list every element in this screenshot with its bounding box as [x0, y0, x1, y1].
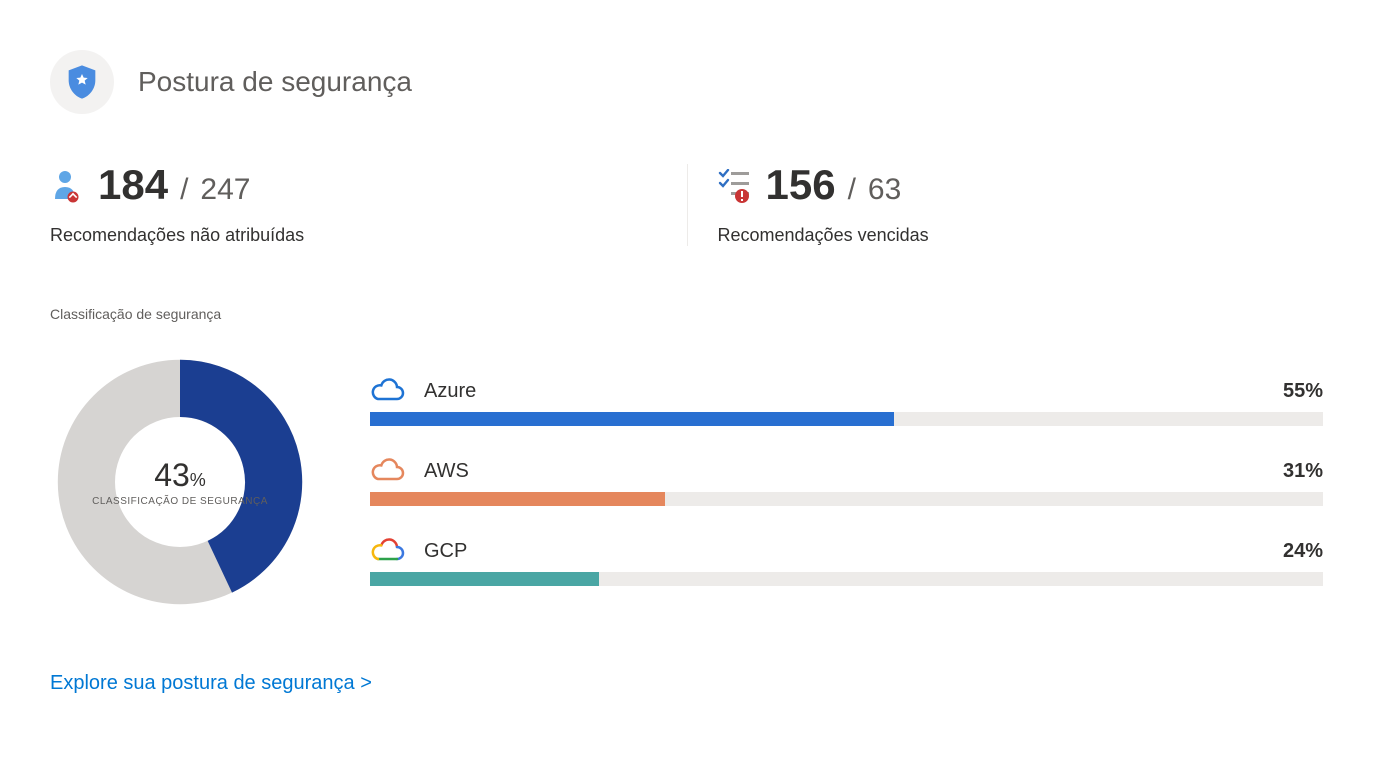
stat-overdue-big: 156: [766, 164, 836, 206]
stats-row: 184/247 Recomendações não atribuídas 156…: [50, 164, 1323, 246]
page-title: Postura de segurança: [138, 66, 412, 98]
cloud-bar-track: [370, 412, 1323, 426]
person-alert-icon: [50, 169, 86, 203]
cloud-bar-track: [370, 492, 1323, 506]
cloud-bar-track: [370, 572, 1323, 586]
stat-overdue-label: Recomendações vencidas: [718, 225, 1324, 246]
cloud-name: GCP: [424, 540, 1269, 563]
cloud-pct: 24%: [1283, 540, 1323, 563]
cloud-name: AWS: [424, 460, 1269, 483]
explore-link[interactable]: Explore sua postura de segurança >: [50, 672, 372, 695]
cloud-bar-fill: [370, 412, 894, 426]
section-label: Classificação de segurança: [50, 306, 1323, 322]
cloud-icon: [370, 378, 410, 404]
cloud-pct: 31%: [1283, 460, 1323, 483]
cloud-bar-fill: [370, 492, 665, 506]
stat-unassigned-big: 184: [98, 164, 168, 206]
donut-sublabel: CLASSIFICAÇÃO DE SEGURANÇA: [92, 496, 268, 507]
cloud-pct: 55%: [1283, 380, 1323, 403]
stat-unassigned-label: Recomendações não atribuídas: [50, 225, 687, 246]
cloud-icon: [370, 538, 410, 564]
checklist-alert-icon: [718, 169, 754, 203]
page-header: Postura de segurança: [50, 50, 1323, 114]
stat-overdue-small: 63: [868, 173, 901, 207]
donut-percent: 43%: [154, 457, 206, 494]
cloud-bar-fill: [370, 572, 599, 586]
stat-unassigned-small: 247: [200, 173, 250, 207]
cloud-row-gcp[interactable]: GCP 24%: [370, 538, 1323, 586]
cloud-icon: [370, 458, 410, 484]
secure-score-donut[interactable]: 43% CLASSIFICAÇÃO DE SEGURANÇA: [50, 352, 310, 612]
cloud-bars: Azure 55% AWS 31% GCP 24%: [370, 378, 1323, 586]
cloud-name: Azure: [424, 380, 1269, 403]
cloud-row-aws[interactable]: AWS 31%: [370, 458, 1323, 506]
cloud-row-azure[interactable]: Azure 55%: [370, 378, 1323, 426]
shield-icon: [50, 50, 114, 114]
score-section: 43% CLASSIFICAÇÃO DE SEGURANÇA Azure55%A…: [50, 352, 1323, 612]
stat-overdue[interactable]: 156/63 Recomendações vencidas: [687, 164, 1324, 246]
stat-unassigned[interactable]: 184/247 Recomendações não atribuídas: [50, 164, 687, 246]
